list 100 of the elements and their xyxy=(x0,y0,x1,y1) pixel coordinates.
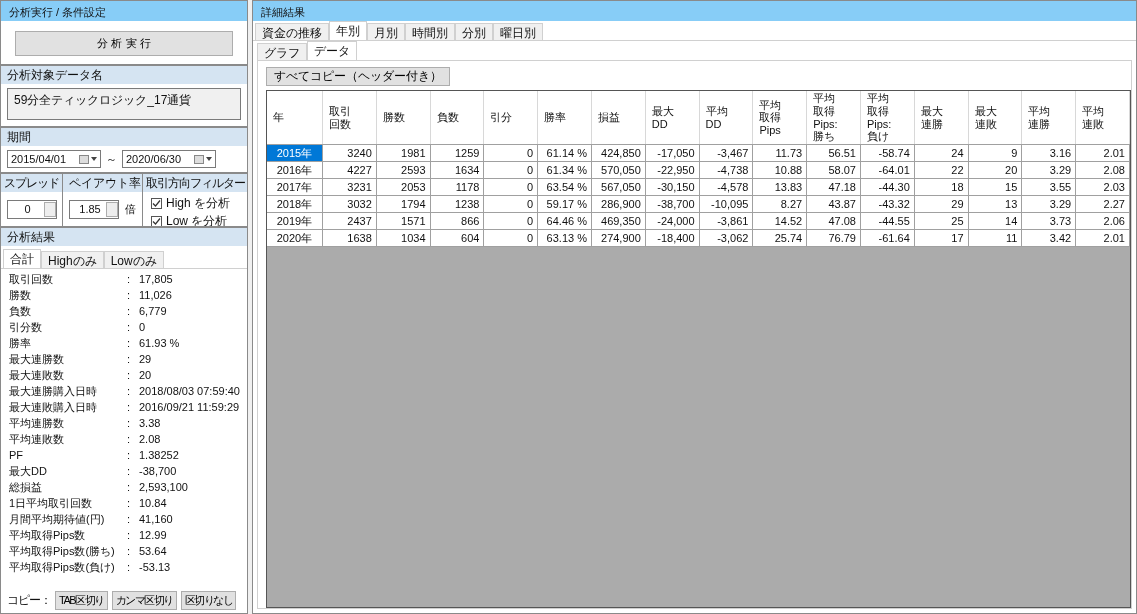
stat-label: 平均連勝数 xyxy=(9,415,65,431)
stat-value: 12.99 xyxy=(139,529,168,541)
checkbox[interactable] xyxy=(151,216,162,227)
tab[interactable]: 合計 xyxy=(3,249,41,268)
stat-separator: : xyxy=(127,337,132,349)
stat-separator: : xyxy=(127,273,132,285)
stat-value: 1.38252 xyxy=(139,449,180,461)
panel-title: 分析実行 / 条件設定 xyxy=(1,1,247,21)
tab[interactable]: 月別 xyxy=(367,23,405,40)
stat-value: 41,160 xyxy=(139,513,174,525)
calendar-icon xyxy=(79,154,89,164)
caret-icon xyxy=(206,157,212,161)
column-header: 最大連敗 xyxy=(974,104,998,131)
stat-label: 勝数 xyxy=(9,287,32,303)
stat-value: 2018/08/03 07:59:40 xyxy=(139,385,241,397)
stat-value: 20 xyxy=(139,369,153,381)
column-header: 引分 xyxy=(490,111,514,124)
calendar-icon xyxy=(194,154,204,164)
tab[interactable]: 資金の推移 xyxy=(255,23,329,40)
stat-separator: : xyxy=(127,513,132,525)
tab[interactable]: グラフ xyxy=(257,43,307,60)
column-header: 最大DD xyxy=(651,104,675,131)
run-analysis-button[interactable]: 分 析 実 行 xyxy=(15,31,233,56)
stat-label: 最大連勝購入日時 xyxy=(9,383,98,399)
stat-label: 負数 xyxy=(9,303,32,319)
tab[interactable]: データ xyxy=(307,41,357,60)
section-title: 分析対象データ名 xyxy=(1,66,247,84)
stat-value: 2016/09/21 11:59:29 xyxy=(139,401,241,413)
start-date-field[interactable]: 2015/04/01 xyxy=(7,150,101,168)
stat-separator: : xyxy=(127,497,132,509)
tab[interactable]: 年別 xyxy=(329,21,367,40)
stat-separator: : xyxy=(127,433,132,445)
stat-label: 取引回数 xyxy=(9,271,54,287)
table-cell: 2015年 xyxy=(267,145,323,161)
stat-label: 勝率 xyxy=(9,335,32,351)
column-header: 勝率 xyxy=(544,111,568,124)
stat-value: 2.08 xyxy=(139,433,162,445)
spread-spinner[interactable]: 0 xyxy=(6,199,57,219)
column-header: 平均取得Pips xyxy=(759,98,783,137)
column-header: 平均連勝 xyxy=(1028,104,1052,131)
stat-label: 最大連敗購入日時 xyxy=(9,399,98,415)
column-header: 平均取得Pips:負け xyxy=(866,92,893,143)
stat-value: 53.64 xyxy=(139,545,168,557)
stat-separator: : xyxy=(127,481,132,493)
stat-label: 最大DD xyxy=(9,463,48,479)
stat-label: PF xyxy=(9,449,25,461)
stat-label: 平均連敗数 xyxy=(9,431,65,447)
stat-separator: : xyxy=(127,529,132,541)
section-title: ペイアウト率 xyxy=(63,174,142,192)
copy-button[interactable]: カンマ区切り xyxy=(111,591,177,610)
column-header: 損益 xyxy=(598,111,621,124)
section-title: 分析結果 xyxy=(1,228,247,246)
column-header: 年 xyxy=(273,111,285,124)
copy-all-button[interactable]: すべてコピー（ヘッダー付き） xyxy=(266,67,450,86)
stat-value: 2,593,100 xyxy=(139,481,189,493)
column-header: 負数 xyxy=(436,111,460,124)
stat-separator: : xyxy=(127,305,132,317)
data-name-field[interactable]: 59分全ティックロジック_17通貨 xyxy=(7,88,241,120)
tab[interactable]: Lowのみ xyxy=(103,251,164,268)
end-date-field[interactable]: 2020/06/30 xyxy=(122,150,216,168)
copy-button[interactable]: TAB区切り xyxy=(55,591,108,610)
stat-separator: : xyxy=(127,353,132,365)
range-separator: ～ xyxy=(106,151,117,167)
stat-separator: : xyxy=(127,465,132,477)
stat-value: 10.84 xyxy=(139,497,168,509)
stat-value: 61.93 % xyxy=(139,337,181,349)
checkbox-label: High を分析 xyxy=(166,195,230,212)
stat-label: 1日平均取引回数 xyxy=(9,495,94,511)
stat-label: 月間平均期待値(円) xyxy=(9,511,106,527)
checkbox[interactable] xyxy=(151,198,162,209)
stat-value: 0 xyxy=(139,321,147,333)
tab[interactable]: 時間別 xyxy=(405,23,455,40)
column-header: 取引回数 xyxy=(329,104,352,131)
payout-spinner[interactable]: 1.85 xyxy=(69,199,119,219)
section-title: スプレッド xyxy=(1,174,62,192)
stat-value: 11,026 xyxy=(139,289,173,301)
section-title: 期間 xyxy=(1,128,247,146)
copy-button[interactable]: 区切りなし xyxy=(180,591,237,610)
column-header: 平均DD xyxy=(705,104,729,131)
stat-label: 平均取得Pips数 xyxy=(9,527,87,543)
stat-label: 最大連勝数 xyxy=(9,351,65,367)
stat-separator: : xyxy=(127,289,132,301)
tab[interactable]: Highのみ xyxy=(41,251,104,268)
stat-label: 最大連敗数 xyxy=(9,367,65,383)
stat-value: -38,700 xyxy=(139,465,178,477)
stat-separator: : xyxy=(127,561,132,573)
caret-icon xyxy=(91,157,97,161)
stat-separator: : xyxy=(127,449,132,461)
tab[interactable]: 曜日別 xyxy=(493,23,543,40)
stat-separator: : xyxy=(127,401,132,413)
column-header: 勝数 xyxy=(382,111,406,124)
tab[interactable]: 分別 xyxy=(455,23,493,40)
stat-value: -53.13 xyxy=(139,561,172,573)
section-title: 取引方向フィルター xyxy=(143,174,247,192)
stat-separator: : xyxy=(127,321,132,333)
stat-label: 引分数 xyxy=(9,319,43,335)
stat-separator: : xyxy=(127,417,132,429)
stat-label: 平均取得Pips数(負け) xyxy=(9,559,116,575)
column-header: 平均連敗 xyxy=(1082,104,1106,131)
stat-value: 29 xyxy=(139,353,153,365)
